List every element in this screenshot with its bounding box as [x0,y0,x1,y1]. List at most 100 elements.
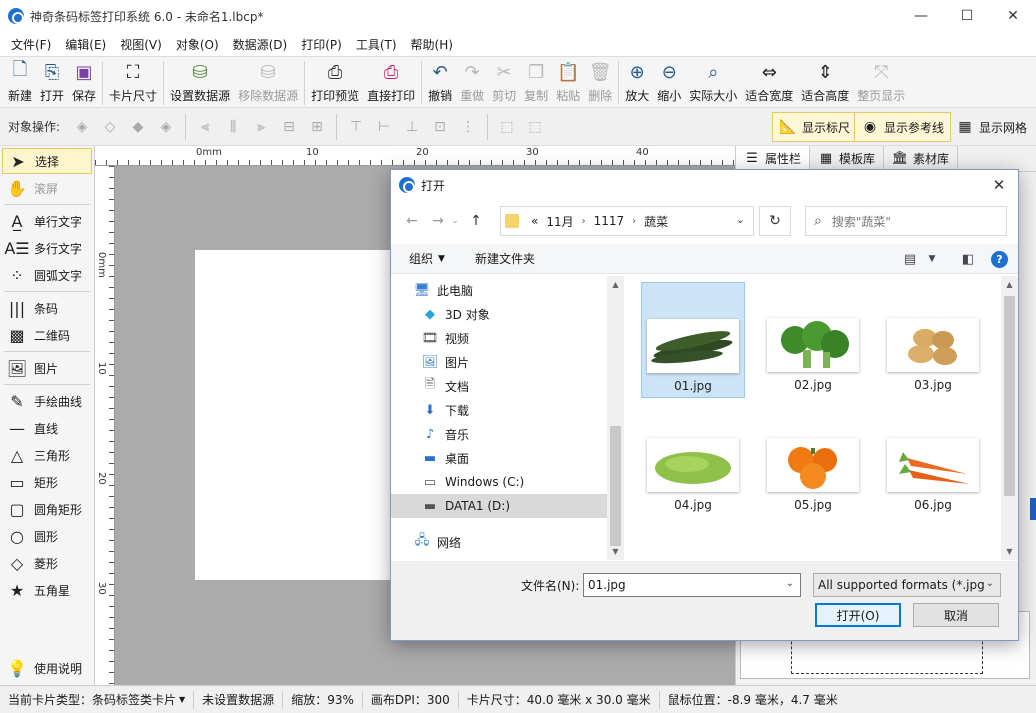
tool-image[interactable]: 🖼 图片 [2,355,92,381]
tree-drive-c[interactable]: ▭ Windows (C:) [421,470,608,494]
tree-3d-objects[interactable]: ◆ 3D 对象 [421,302,608,326]
save-button[interactable]: ▣ 保存 [68,57,100,104]
file-item[interactable]: 03.jpg [881,282,985,398]
back-arrow-icon[interactable]: ← [401,210,423,232]
align-top-icon[interactable]: ⊤ [345,116,367,138]
chevron-down-icon[interactable]: ⌄ [736,213,745,226]
refresh-button[interactable]: ↻ [759,206,791,236]
menu-edit[interactable]: 编辑(E) [58,36,113,53]
actual-size-button[interactable]: ⌕ 实际大小 [685,57,741,104]
tree-videos[interactable]: 🎞 视频 [421,326,608,350]
group-icon[interactable]: ⬚ [496,116,518,138]
tool-qrcode[interactable]: ▩ 二维码 [2,322,92,348]
tool-multi-text[interactable]: A☰ 多行文字 [2,235,92,261]
recent-dropdown-icon[interactable]: ⌄ [449,210,461,232]
breadcrumb-item[interactable]: 蔬菜 [644,213,668,230]
preview-pane-icon[interactable]: ◧ [957,248,979,270]
align-middle-icon[interactable]: ⊢ [373,116,395,138]
tool-rectangle[interactable]: ▭ 矩形 [2,469,92,495]
menu-object[interactable]: 对象(O) [169,36,226,53]
cancel-button[interactable]: 取消 [913,603,999,627]
tree-documents[interactable]: 🗎 文档 [421,374,608,398]
cut-button[interactable]: ✂ 剪切 [488,57,520,104]
open-button[interactable]: ⎘ 打开 [36,57,68,104]
view-mode-icon[interactable]: ▤ [899,248,921,270]
fit-width-button[interactable]: ⇔ 适合宽度 [741,57,797,104]
organize-button[interactable]: 组织 ▼ [409,250,445,267]
show-grid-toggle[interactable]: ▦ 显示网格 [950,112,1033,142]
chevron-right-icon[interactable]: › [632,216,636,227]
file-type-select[interactable]: All supported formats (*.jpg ⌄ [813,573,1001,597]
address-bar[interactable]: « 11月 › 1117 › 蔬菜 ⌄ [500,206,754,236]
distribute-v-icon[interactable]: ⋮ [457,116,479,138]
file-item[interactable]: 02.jpg [761,282,865,398]
tab-properties[interactable]: ☰ 属性栏 [736,146,811,171]
search-input[interactable]: ⌕ 搜索"蔬菜" [805,206,1007,236]
tool-select[interactable]: ➤ 选择 [2,148,92,174]
tree-this-pc[interactable]: 🖥 此电脑 [413,278,608,302]
menu-view[interactable]: 视图(V) [113,36,169,53]
file-item[interactable]: 01.jpg [641,282,745,398]
menu-file[interactable]: 文件(F) [4,36,58,53]
chevron-down-icon[interactable]: ⌄ [786,578,794,589]
show-guides-toggle[interactable]: ◉ 显示参考线 [854,112,952,142]
tree-pictures[interactable]: 🖼 图片 [421,350,608,374]
scroll-up-icon[interactable]: ▲ [607,276,624,293]
same-height-icon[interactable]: ⊡ [429,116,451,138]
forward-arrow-icon[interactable]: → [427,210,449,232]
help-icon[interactable]: ? [991,250,1008,268]
delete-button[interactable]: 🗑 删除 [584,57,616,104]
open-button[interactable]: 打开(O) [815,603,901,627]
card-size-button[interactable]: ⛶ 卡片尺寸 [105,57,161,104]
breadcrumb-item[interactable]: 1117 [594,214,625,228]
tool-barcode[interactable]: ||| 条码 [2,295,92,321]
tree-drive-d[interactable]: ▬ DATA1 (D:) [391,494,607,518]
tab-templates[interactable]: ▦ 模板库 [810,146,885,171]
ungroup-icon[interactable]: ⬚ [524,116,546,138]
fit-height-button[interactable]: ⇕ 适合高度 [797,57,853,104]
tool-freehand[interactable]: ✎ 手绘曲线 [2,388,92,414]
redo-button[interactable]: ↷ 重做 [456,57,488,104]
align-left-icon[interactable]: ⫷ [194,116,216,138]
align-center-icon[interactable]: ⫼ [222,116,244,138]
menu-datasource[interactable]: 数据源(D) [226,36,295,53]
chevron-right-icon[interactable]: › [582,216,586,227]
tree-network[interactable]: 🖧 网络 [413,530,608,554]
align-right-icon[interactable]: ⫸ [250,116,272,138]
scroll-down-icon[interactable]: ▼ [1001,543,1018,560]
up-arrow-icon[interactable]: ↑ [465,210,487,232]
menu-tools[interactable]: 工具(T) [349,36,404,53]
tree-scrollbar[interactable]: ▲ ▼ [607,276,624,560]
tool-circle[interactable]: ○ 圆形 [2,523,92,549]
filename-field[interactable]: 01.jpg ⌄ [583,573,801,597]
tree-music[interactable]: ♪ 音乐 [421,422,608,446]
maximize-button[interactable]: ☐ [944,0,990,32]
tree-scroll-thumb[interactable] [610,426,621,546]
undo-button[interactable]: ↶ 撤销 [424,57,456,104]
new-button[interactable]: 🗋 新建 [4,57,36,104]
direct-print-button[interactable]: ⎙ 直接打印 [363,57,419,104]
layer-up-icon[interactable]: ◇ [99,116,121,138]
scroll-up-icon[interactable]: ▲ [1001,276,1018,293]
minimize-button[interactable]: — [898,0,944,32]
file-item[interactable]: 04.jpg [641,402,745,518]
tool-rounded-rect[interactable]: ▢ 圆角矩形 [2,496,92,522]
breadcrumb-overflow[interactable]: « [531,214,538,228]
zoom-in-button[interactable]: ⊕ 放大 [621,57,653,104]
fit-page-button[interactable]: ⤧ 整页显示 [853,57,909,104]
copy-button[interactable]: ❐ 复制 [520,57,552,104]
layer-top-icon[interactable]: ◈ [71,116,93,138]
chevron-down-icon[interactable]: ▼ [921,248,943,270]
file-item[interactable]: 05.jpg [761,402,865,518]
card-type-status[interactable]: 当前卡片类型：条码标签类卡片 ▼ [0,690,195,709]
set-datasource-button[interactable]: ⛁ 设置数据源 [166,57,234,104]
file-item[interactable]: 06.jpg [881,402,985,518]
print-preview-button[interactable]: ⎙ 打印预览 [307,57,363,104]
tree-downloads[interactable]: ⬇ 下载 [421,398,608,422]
dialog-close-button[interactable]: ✕ [988,174,1010,196]
tool-star[interactable]: ★ 五角星 [2,577,92,603]
align-bottom-icon[interactable]: ⊥ [401,116,423,138]
zoom-out-button[interactable]: ⊖ 缩小 [653,57,685,104]
remove-datasource-button[interactable]: ⛁ 移除数据源 [234,57,302,104]
scroll-down-icon[interactable]: ▼ [607,543,624,560]
